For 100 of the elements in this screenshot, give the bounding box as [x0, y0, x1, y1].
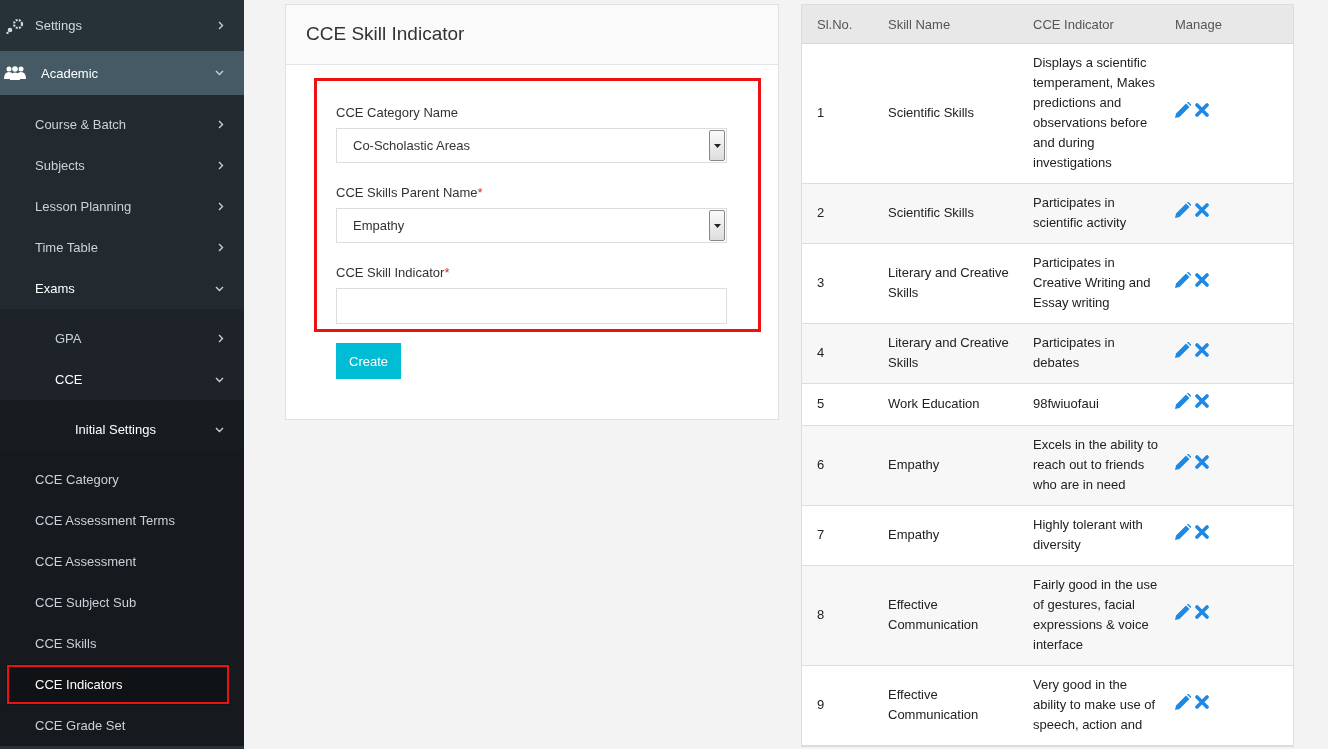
delete-icon[interactable] — [1195, 203, 1209, 217]
sidebar-item[interactable]: Academic — [0, 51, 244, 95]
table-cell: 5 — [802, 383, 873, 426]
sidebar-item[interactable]: CCE Subject Sub — [0, 582, 244, 623]
table-cell: Empathy — [873, 425, 1018, 506]
menu-label: CCE Grade Set — [35, 718, 127, 733]
edit-icon[interactable] — [1175, 202, 1191, 218]
menu-label: CCE Assessment Terms — [35, 513, 176, 528]
sidebar-item[interactable]: CCE Skills — [0, 623, 244, 664]
edit-icon[interactable] — [1175, 393, 1191, 409]
edit-icon[interactable] — [1175, 342, 1191, 358]
table-cell: 9 — [802, 665, 873, 746]
card-title: CCE Skill Indicator — [286, 5, 778, 65]
edit-icon[interactable] — [1175, 524, 1191, 540]
sidebar-item[interactable]: CCE Indicators — [6, 664, 230, 705]
table-cell: 3 — [802, 243, 873, 324]
sidebar-item[interactable]: Initial Settings — [0, 409, 244, 450]
chevron-down-icon — [215, 426, 224, 433]
table-cell: Excels in the ability to reach out to friends who are in need — [1018, 425, 1160, 506]
table-cell: Work Education — [873, 383, 1018, 426]
chevron-down-icon — [215, 70, 224, 76]
table-cell: Very good in the ability to make use of speech, action and — [1018, 665, 1160, 746]
table-cell: Empathy — [873, 505, 1018, 566]
field-label: CCE Skill Indicator* — [336, 265, 451, 280]
column-header: CCE Indicator — [1018, 5, 1160, 44]
edit-icon[interactable] — [1175, 102, 1191, 118]
delete-icon[interactable] — [1195, 343, 1209, 357]
chevron-right-icon — [218, 243, 224, 252]
gears-icon — [4, 17, 26, 34]
delete-icon[interactable] — [1195, 103, 1209, 117]
menu-label: Initial Settings — [75, 422, 157, 437]
delete-icon[interactable] — [1195, 605, 1209, 619]
delete-icon[interactable] — [1195, 455, 1209, 469]
menu-label: Course & Batch — [35, 117, 128, 132]
sidebar-item[interactable]: Course & Batch — [0, 104, 244, 145]
table-cell: Scientific Skills — [873, 43, 1018, 184]
table-cell: Displays a scientific temperament, Makes predictions and observations before and during investigations — [1018, 43, 1160, 184]
edit-icon[interactable] — [1175, 604, 1191, 620]
menu-label: CCE Category — [35, 472, 120, 487]
menu-label: CCE — [55, 372, 84, 387]
table-cell: Participates in debates — [1018, 323, 1160, 384]
input-field[interactable] — [336, 288, 727, 324]
table-cell: Effective Communication — [873, 565, 1018, 666]
chevron-right-icon — [218, 202, 224, 211]
edit-icon[interactable] — [1175, 694, 1191, 710]
delete-icon[interactable] — [1195, 695, 1209, 709]
table-cell: 1 — [802, 43, 873, 184]
menu-label: Subjects — [35, 158, 86, 173]
table-cell: Highly tolerant with diversity — [1018, 505, 1160, 566]
sidebar-item[interactable]: Subjects — [0, 145, 244, 186]
sidebar-item[interactable]: CCE Grade Set — [0, 705, 244, 746]
delete-icon[interactable] — [1195, 525, 1209, 539]
menu-label: Settings — [35, 18, 83, 33]
table-cell: 7 — [802, 505, 873, 566]
menu-label: CCE Skills — [35, 636, 98, 651]
sidebar-item[interactable]: Time Table — [0, 227, 244, 268]
sidebar-item[interactable]: CCE Assessment — [0, 541, 244, 582]
menu-label: Exams — [35, 281, 76, 296]
column-header: Skill Name — [873, 5, 1018, 44]
sidebar-item[interactable]: GPA — [0, 318, 244, 359]
sidebar-item[interactable]: Lesson Planning — [0, 186, 244, 227]
sidebar-item[interactable]: Exams — [0, 268, 244, 309]
people-icon — [4, 66, 26, 80]
sidebar-item[interactable]: CCE — [0, 359, 244, 400]
edit-icon[interactable] — [1175, 272, 1191, 288]
table-cell: 8 — [802, 565, 873, 666]
chevron-right-icon — [218, 21, 224, 30]
sidebar-item[interactable]: CCE Assessment Terms — [0, 500, 244, 541]
menu-label: CCE Assessment — [35, 554, 138, 569]
chevron-right-icon — [218, 334, 224, 343]
table-cell: Literary and Creative Skills — [873, 323, 1018, 384]
chevron-down-icon — [215, 285, 224, 292]
edit-icon[interactable] — [1175, 454, 1191, 470]
sidebar-item[interactable]: CCE Category — [0, 459, 244, 500]
table-cell: Participates in scientific activity — [1018, 183, 1160, 244]
menu-label: CCE Indicators — [35, 677, 124, 692]
field-label: CCE Category Name — [336, 105, 460, 120]
delete-icon[interactable] — [1195, 273, 1209, 287]
table-cell: Scientific Skills — [873, 183, 1018, 244]
delete-icon[interactable] — [1195, 394, 1209, 408]
chevron-right-icon — [218, 120, 224, 129]
column-header: Sl.No. — [802, 5, 873, 44]
menu-label: GPA — [55, 331, 83, 346]
table-cell: Literary and Creative Skills — [873, 243, 1018, 324]
chevron-down-icon — [215, 376, 224, 383]
table-cell: 4 — [802, 323, 873, 384]
sidebar-item[interactable]: Settings — [0, 0, 244, 51]
menu-label: CCE Subject Sub — [35, 595, 138, 610]
column-header: Manage — [1160, 5, 1293, 44]
chevron-right-icon — [218, 161, 224, 170]
table-cell: 2 — [802, 183, 873, 244]
menu-label: Time Table — [35, 240, 99, 255]
table-cell: Effective Communication — [873, 665, 1018, 746]
menu-label: Academic — [40, 65, 100, 81]
table-cell: Participates in Creative Writing and Essay writing — [1018, 243, 1160, 324]
dropdown-field[interactable]: Co-Scholastic Areas — [336, 128, 727, 163]
field-label: CCE Skills Parent Name* — [336, 185, 484, 200]
menu-label: Lesson Planning — [35, 199, 133, 214]
dropdown-field[interactable]: Empathy — [336, 208, 727, 243]
table-cell: 6 — [802, 425, 873, 506]
